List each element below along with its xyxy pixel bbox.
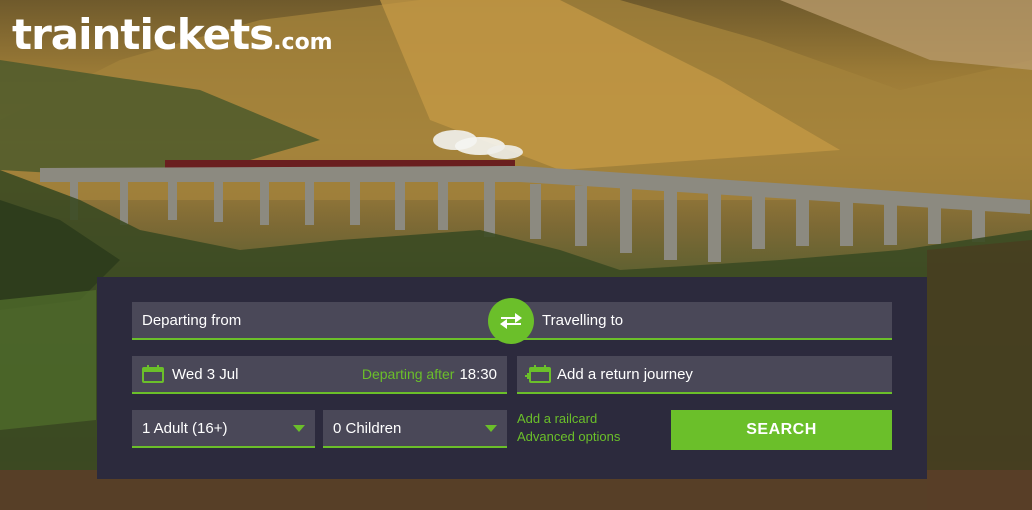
departing-time[interactable]: 18:30 — [459, 366, 497, 383]
swap-arrows-icon — [500, 313, 522, 329]
departure-date: Wed 3 Jul — [172, 365, 239, 383]
departure-date-field[interactable]: Wed 3 Jul Departing after 18:30 — [132, 356, 507, 394]
advanced-options-link[interactable]: Advanced options — [517, 428, 620, 446]
departing-from-placeholder: Departing from — [142, 311, 242, 329]
add-railcard-link[interactable]: Add a railcard — [517, 410, 620, 428]
travelling-to-input[interactable]: Travelling to — [492, 302, 892, 340]
calendar-add-icon — [525, 365, 551, 383]
brand-logo[interactable]: traintickets.com — [12, 10, 333, 59]
add-return-label: Add a return journey — [557, 365, 693, 383]
chevron-down-icon — [293, 424, 305, 432]
swap-stations-button[interactable] — [488, 298, 534, 344]
adults-select[interactable]: 1 Adult (16+) — [132, 410, 315, 448]
children-select[interactable]: 0 Children — [323, 410, 507, 448]
journey-search-panel: Departing from Travelling to Wed 3 Jul D… — [97, 277, 927, 479]
departing-after-label: Departing after — [361, 366, 455, 382]
logo-tld-text: .com — [273, 30, 333, 55]
add-return-journey-field[interactable]: Add a return journey — [517, 356, 892, 394]
extra-options-links: Add a railcard Advanced options — [517, 410, 620, 446]
search-button[interactable]: SEARCH — [671, 410, 892, 450]
chevron-down-icon — [485, 424, 497, 432]
children-value: 0 Children — [333, 419, 402, 437]
logo-main-text: traintickets — [12, 10, 274, 59]
adults-value: 1 Adult (16+) — [142, 419, 228, 437]
calendar-icon — [142, 365, 164, 383]
departing-from-input[interactable]: Departing from — [132, 302, 492, 340]
